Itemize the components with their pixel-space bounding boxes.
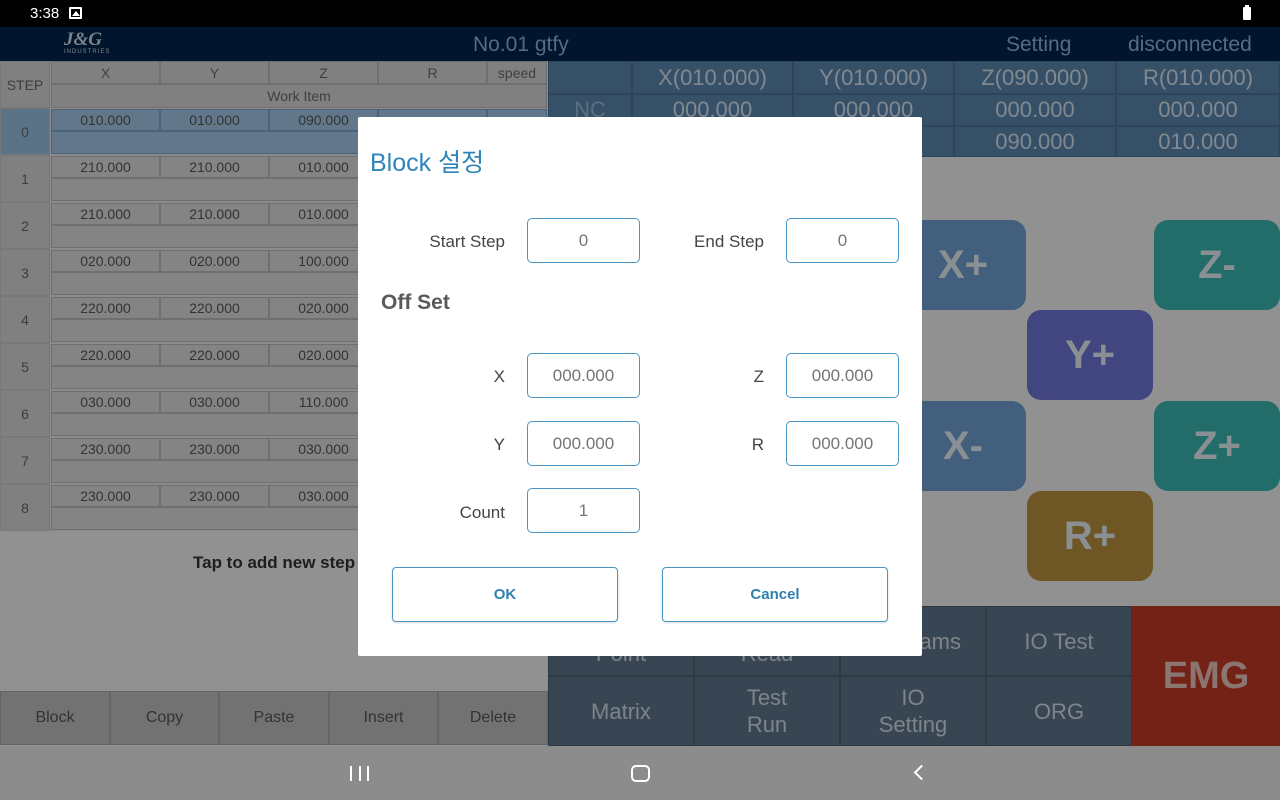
count-input[interactable] [527,488,640,533]
battery-icon [1243,5,1251,20]
navigation-bar [0,746,1280,800]
offset-r-label: R [751,435,764,454]
end-step-input[interactable] [786,218,899,263]
end-step-label: End Step [694,232,764,251]
offset-z-input[interactable] [786,353,899,398]
block-settings-dialog: Block 설정 Start Step End Step Off Set X Z… [358,117,922,656]
offset-r-input[interactable] [786,421,899,466]
offset-x-label: X [493,367,505,386]
back-icon[interactable] [913,764,930,781]
clock: 3:38 [30,5,60,22]
start-step-input[interactable] [527,218,640,263]
cancel-button[interactable]: Cancel [662,567,888,622]
image-icon [69,7,82,19]
offset-heading: Off Set [381,291,450,314]
offset-y-input[interactable] [527,421,640,466]
status-bar: 3:38 [0,0,1280,27]
start-step-label: Start Step [429,232,505,251]
recents-icon[interactable] [350,766,369,781]
home-icon[interactable] [631,765,650,782]
ok-button[interactable]: OK [392,567,618,622]
offset-y-label: Y [493,435,505,454]
offset-z-label: Z [753,367,764,386]
dialog-title: Block 설정 [370,149,485,177]
offset-x-input[interactable] [527,353,640,398]
count-label: Count [459,503,505,522]
